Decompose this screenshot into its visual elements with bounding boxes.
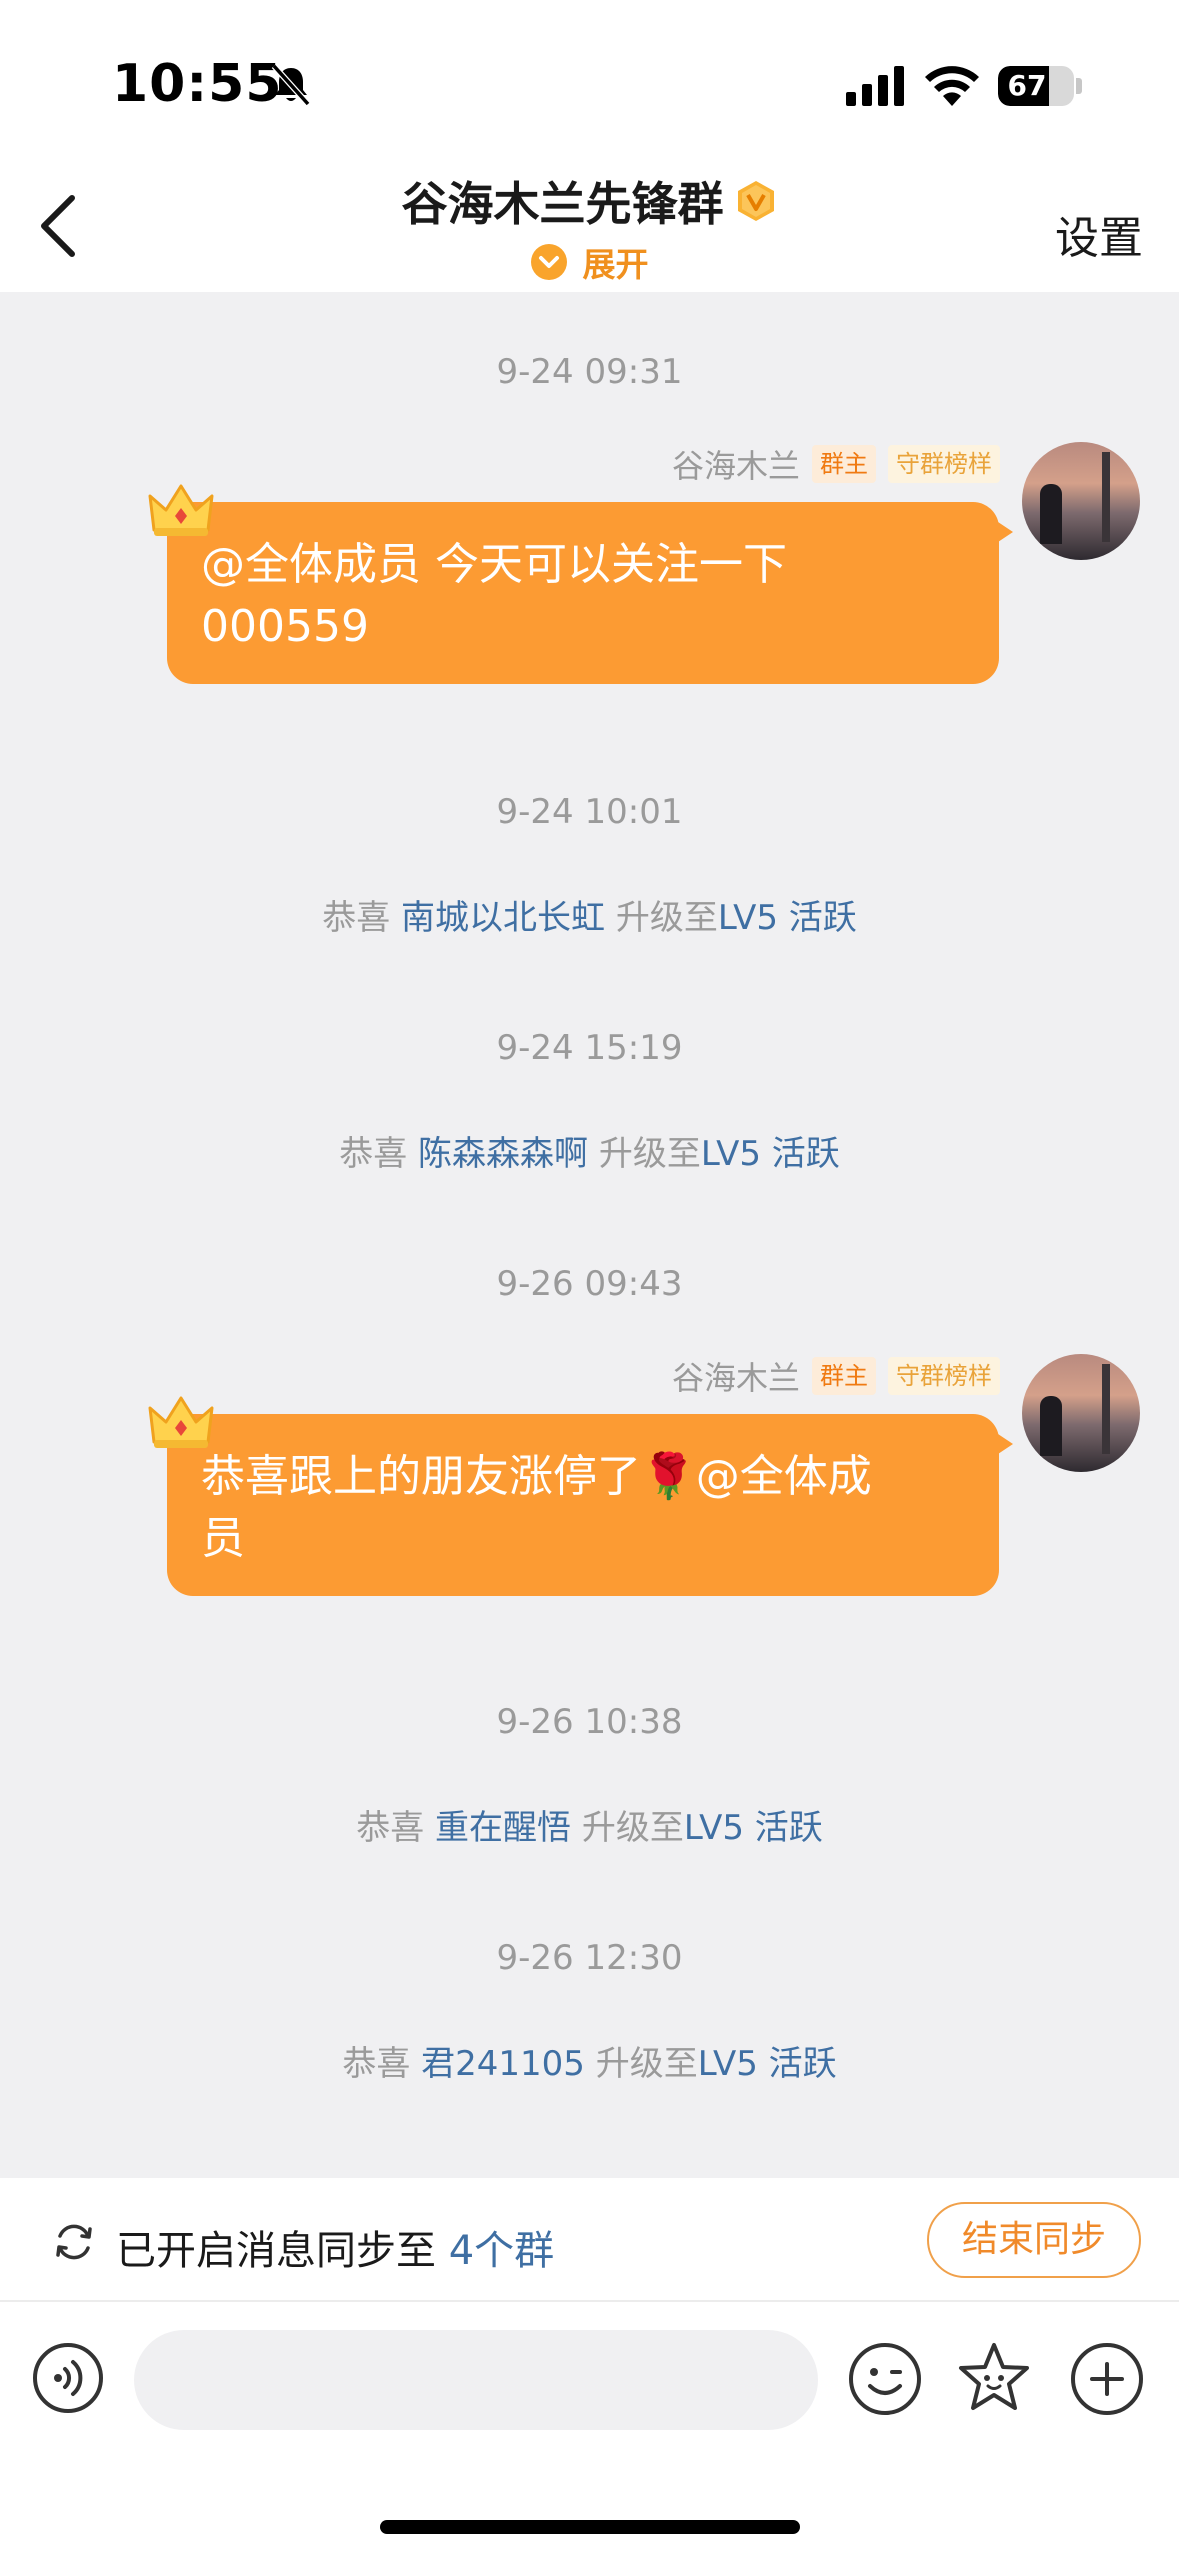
status-time: 10:55 xyxy=(112,54,283,114)
message-bubble[interactable]: @全体成员 今天可以关注一下 000559 xyxy=(167,502,1013,684)
notice-action: 升级至 xyxy=(598,1134,701,1174)
emoji-icon[interactable] xyxy=(848,2342,922,2416)
battery-level: 67 xyxy=(1007,69,1047,102)
notice-action: 升级至 xyxy=(595,2044,698,2084)
star-icon[interactable] xyxy=(955,2340,1033,2416)
sender-line: 谷海木兰 群主 守群榜样 xyxy=(672,1353,1000,1399)
input-bar xyxy=(0,2302,1179,2556)
message-bubble[interactable]: 恭喜跟上的朋友涨停了🌹@全体成 员 xyxy=(167,1414,1013,1596)
level-label: LV5 活跃 xyxy=(700,1134,840,1174)
notice-prefix: 恭喜 xyxy=(342,2044,411,2084)
timestamp: 9-26 09:43 xyxy=(496,1264,683,1304)
group-title-row: 谷海木兰先锋群 xyxy=(0,168,1179,234)
sender-name[interactable]: 谷海木兰 xyxy=(672,441,800,487)
message-line: 恭喜跟上的朋友涨停了🌹@全体成 xyxy=(201,1451,872,1502)
timestamp: 9-24 10:01 xyxy=(496,792,683,832)
battery-icon: 67 xyxy=(998,66,1074,106)
message-line: 000559 xyxy=(201,601,369,652)
owner-tag: 群主 xyxy=(812,1357,876,1395)
wifi-icon xyxy=(925,66,979,106)
level-label: LV5 活跃 xyxy=(683,1808,823,1848)
member-name[interactable]: 重在醒悟 xyxy=(435,1808,571,1848)
sync-status: 已开启消息同步至 4个群 xyxy=(116,2218,554,2276)
member-name[interactable]: 南城以北长虹 xyxy=(401,898,605,938)
crown-icon xyxy=(148,1396,214,1448)
timestamp: 9-26 10:38 xyxy=(496,1702,683,1742)
chevron-down-icon xyxy=(530,244,567,280)
signal-icon xyxy=(846,66,904,106)
timestamp: 9-24 15:19 xyxy=(496,1028,683,1068)
guard-tag: 守群榜样 xyxy=(888,1357,1000,1395)
level-up-notice: 恭喜 陈森森森啊 升级至LV5 活跃 xyxy=(0,1126,1179,1175)
level-label: LV5 活跃 xyxy=(697,2044,837,2084)
bell-slash-icon xyxy=(271,63,311,107)
notice-prefix: 恭喜 xyxy=(339,1134,408,1174)
vip-badge-icon xyxy=(737,181,774,221)
notice-action: 升级至 xyxy=(581,1808,684,1848)
settings-button[interactable]: 设置 xyxy=(1055,202,1143,266)
sender-line: 谷海木兰 群主 守群榜样 xyxy=(672,441,1000,487)
timestamp: 9-24 09:31 xyxy=(496,352,683,392)
timestamp: 9-26 12:30 xyxy=(496,1938,683,1978)
level-up-notice: 恭喜 南城以北长虹 升级至LV5 活跃 xyxy=(0,890,1179,939)
sync-group-count[interactable]: 4个群 xyxy=(449,2228,554,2274)
plus-icon[interactable] xyxy=(1070,2342,1144,2416)
owner-tag: 群主 xyxy=(812,445,876,483)
sync-label: 已开启消息同步至 xyxy=(116,2228,436,2274)
expand-toggle[interactable]: 展开 xyxy=(0,238,1179,288)
sender-name[interactable]: 谷海木兰 xyxy=(672,1353,800,1399)
level-up-notice: 恭喜 重在醒悟 升级至LV5 活跃 xyxy=(0,1800,1179,1849)
battery-tip xyxy=(1076,78,1082,94)
expand-label: 展开 xyxy=(582,245,649,284)
message-line: @全体成员 今天可以关注一下 xyxy=(201,539,787,590)
crown-icon xyxy=(148,484,214,536)
notice-prefix: 恭喜 xyxy=(356,1808,425,1848)
avatar[interactable] xyxy=(1022,1354,1140,1472)
home-indicator xyxy=(380,2520,800,2534)
voice-icon[interactable] xyxy=(32,2342,104,2414)
message-input[interactable] xyxy=(134,2330,818,2430)
message-line: 员 xyxy=(201,1513,245,1564)
sync-bar: 已开启消息同步至 4个群 结束同步 xyxy=(0,2178,1179,2302)
notice-prefix: 恭喜 xyxy=(322,898,391,938)
status-bar: 10:55 67 xyxy=(0,0,1179,160)
member-name[interactable]: 君241105 xyxy=(421,2044,585,2084)
chat-area: 9-24 09:31 谷海木兰 群主 守群榜样 @全体成员 今天可以关注一下 0… xyxy=(0,292,1179,2178)
notice-action: 升级至 xyxy=(615,898,718,938)
end-sync-button[interactable]: 结束同步 xyxy=(927,2202,1141,2278)
sync-icon xyxy=(56,2224,92,2260)
guard-tag: 守群榜样 xyxy=(888,445,1000,483)
avatar[interactable] xyxy=(1022,442,1140,560)
level-up-notice: 恭喜 君241105 升级至LV5 活跃 xyxy=(0,2036,1179,2085)
member-name[interactable]: 陈森森森啊 xyxy=(418,1134,588,1174)
group-title: 谷海木兰先锋群 xyxy=(401,177,724,231)
chat-header: 谷海木兰先锋群 展开 设置 xyxy=(0,160,1179,292)
level-label: LV5 活跃 xyxy=(717,898,857,938)
